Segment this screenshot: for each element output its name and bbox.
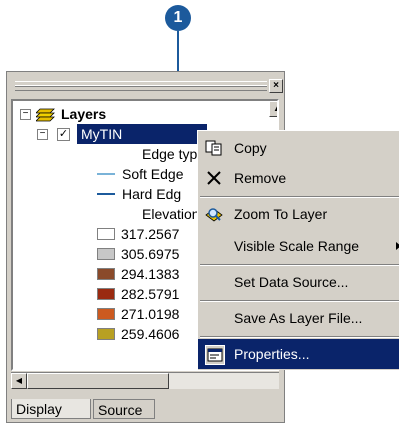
- arrow-up-icon: ▲: [273, 104, 277, 113]
- menu-separator: [200, 264, 399, 266]
- color-swatch: [97, 228, 115, 240]
- menu-item-set-data-source[interactable]: Set Data Source...: [198, 267, 399, 297]
- soft-edge-line-symbol: [97, 173, 115, 175]
- layer-name-mytin[interactable]: MyTIN: [77, 124, 207, 144]
- arrow-left-icon: ◀: [15, 376, 23, 385]
- copy-icon: [205, 140, 222, 156]
- menu-item-properties[interactable]: Properties...: [198, 339, 399, 369]
- collapse-layer-icon[interactable]: −: [37, 129, 48, 140]
- callout-number-badge: 1: [165, 5, 191, 31]
- horizontal-scroll-thumb[interactable]: [27, 373, 169, 389]
- scroll-up-button[interactable]: ▲: [269, 101, 277, 117]
- menu-item-copy[interactable]: Copy: [198, 133, 399, 163]
- collapse-layers-icon[interactable]: −: [20, 109, 31, 120]
- tab-display[interactable]: Display: [11, 399, 91, 419]
- toc-titlebar[interactable]: ×: [11, 77, 283, 93]
- menu-separator: [200, 336, 399, 338]
- layers-stack-icon: [36, 108, 55, 122]
- properties-icon: [205, 345, 225, 365]
- close-button[interactable]: ×: [269, 79, 283, 93]
- menu-item-zoom-to-layer[interactable]: Zoom To Layer: [198, 199, 399, 229]
- layers-frame-row[interactable]: − Layers: [13, 104, 267, 124]
- layer-visibility-checkbox[interactable]: ✓: [57, 128, 70, 141]
- menu-item-remove[interactable]: Remove: [198, 163, 399, 193]
- tab-source[interactable]: Source: [93, 399, 155, 419]
- menu-separator: [200, 300, 399, 302]
- color-swatch: [97, 288, 115, 300]
- scroll-left-button[interactable]: ◀: [11, 373, 27, 389]
- close-icon: ×: [273, 80, 279, 91]
- menu-item-save-as-layer-file[interactable]: Save As Layer File...: [198, 303, 399, 333]
- legend-heading-edge-type: Edge typ: [142, 146, 198, 162]
- color-swatch: [97, 328, 115, 340]
- remove-x-icon: [207, 171, 221, 185]
- color-swatch: [97, 268, 115, 280]
- layers-label: Layers: [61, 106, 107, 122]
- menu-item-visible-scale-range[interactable]: Visible Scale Range: [198, 231, 399, 261]
- layer-context-menu: Copy Remove Zoom To Layer Visible Scale …: [197, 130, 399, 370]
- legend-heading-elevation: Elevation: [142, 206, 200, 222]
- color-swatch: [97, 308, 115, 320]
- color-swatch: [97, 248, 115, 260]
- menu-separator: [200, 196, 399, 198]
- hard-edge-line-symbol: [97, 193, 115, 195]
- horizontal-scrollbar[interactable]: ◀: [11, 372, 279, 389]
- zoom-to-layer-icon: [205, 208, 223, 222]
- toc-drag-grip[interactable]: [15, 81, 267, 91]
